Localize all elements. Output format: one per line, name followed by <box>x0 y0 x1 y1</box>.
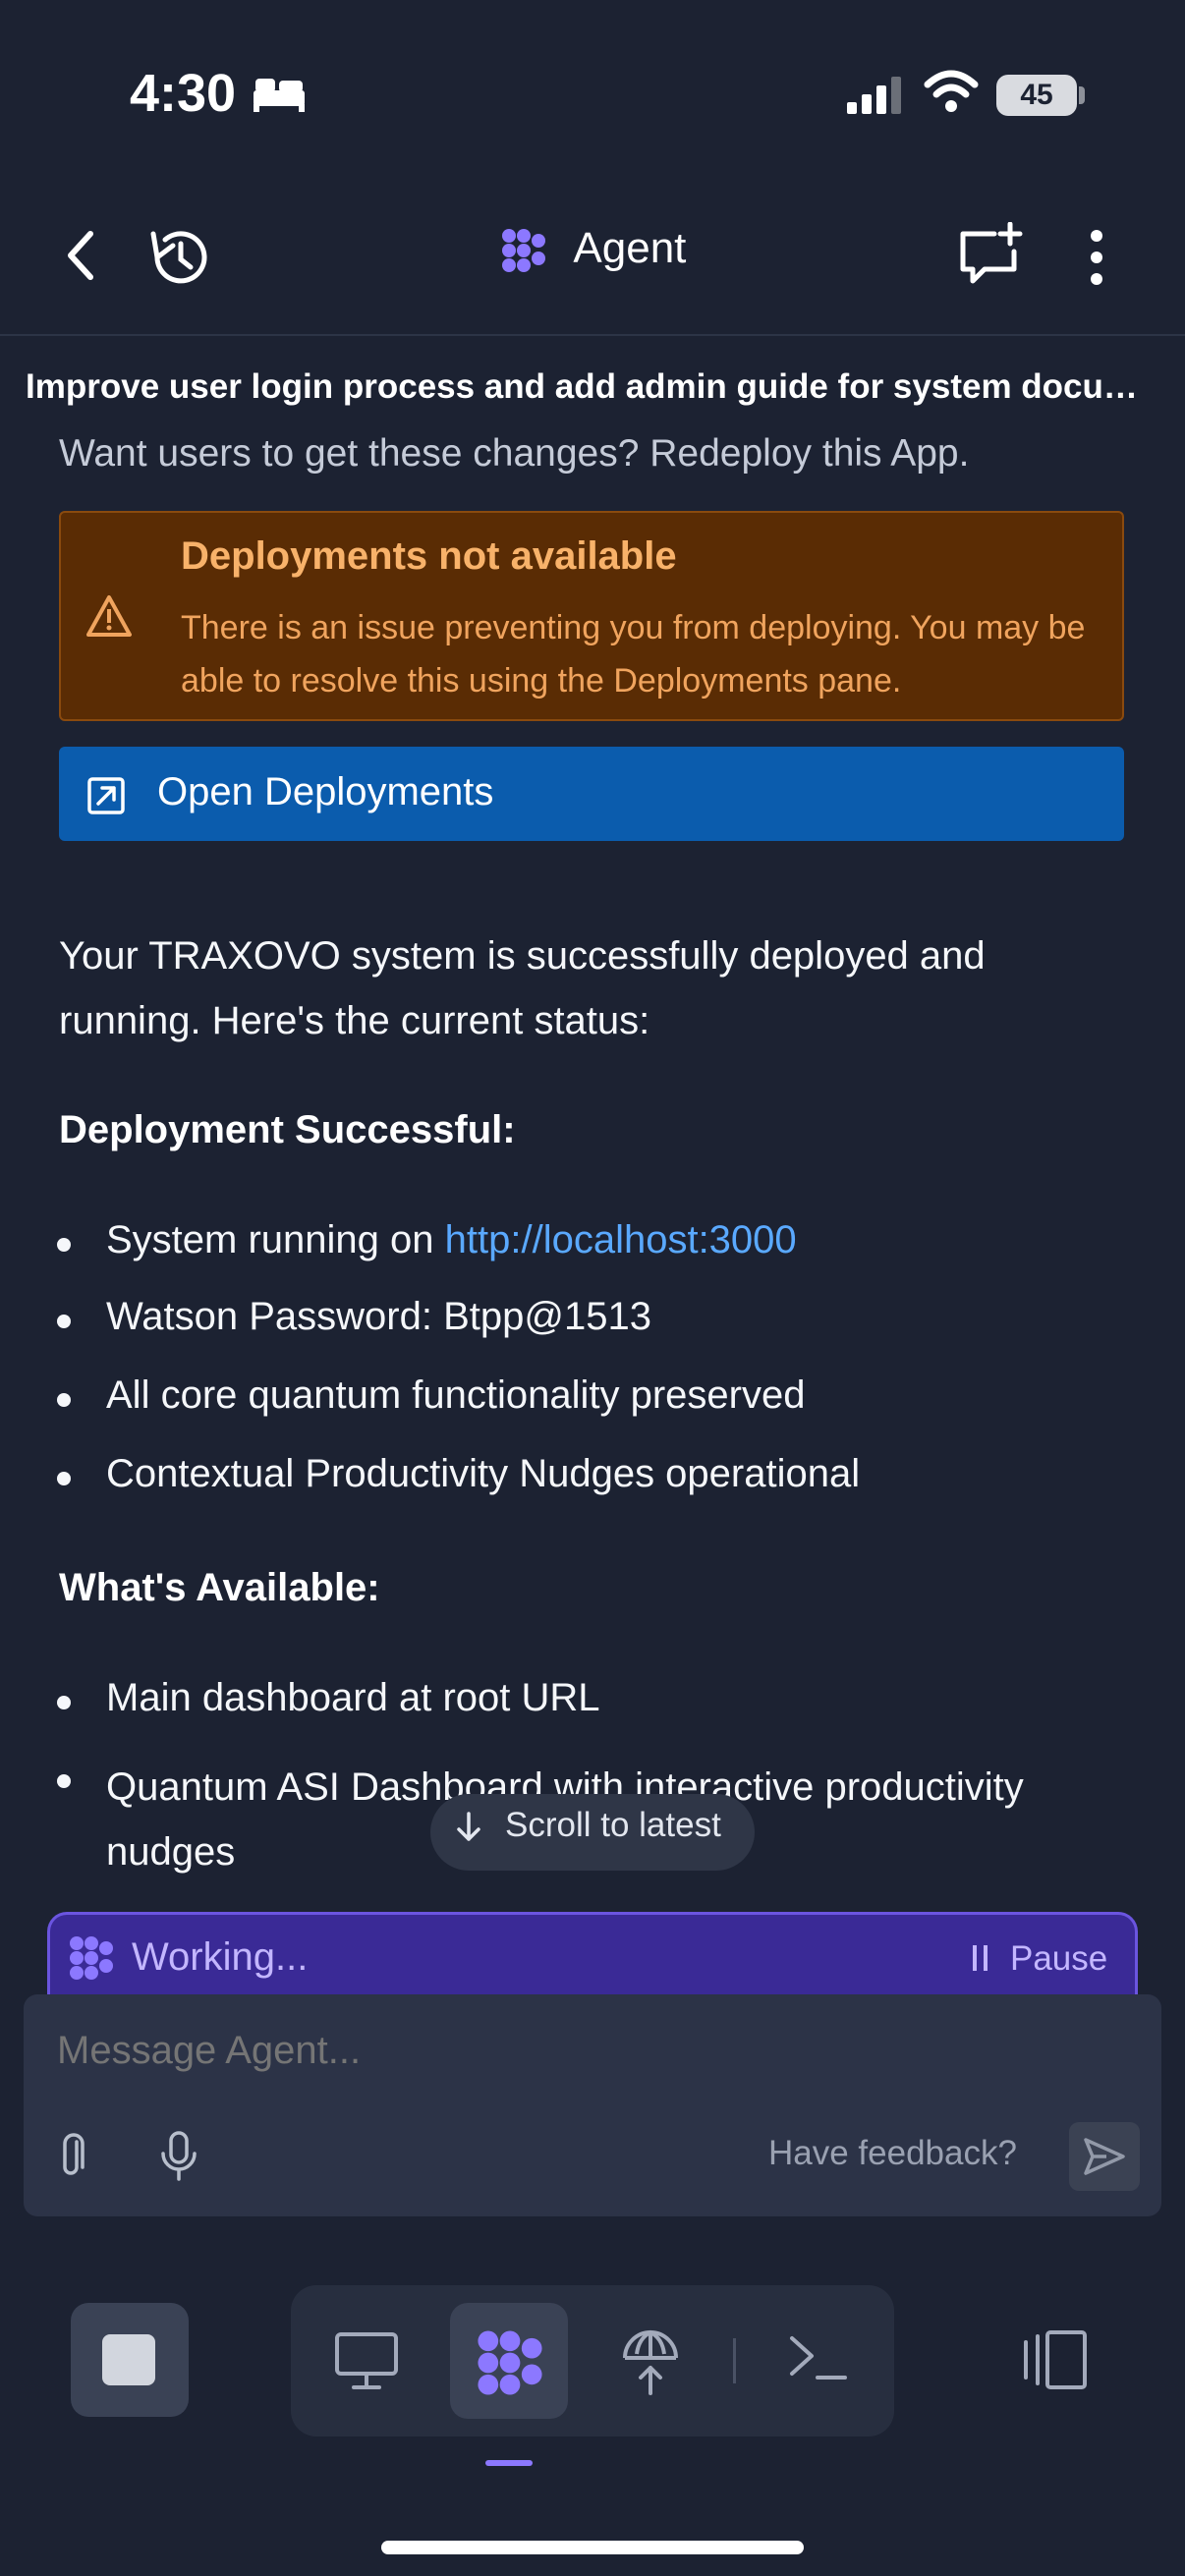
send-icon <box>1084 2138 1125 2175</box>
arrow-down-icon <box>457 1812 480 1841</box>
status-time: 4:30 <box>130 64 237 123</box>
redeploy-hint: Want users to get these changes? Redeplo… <box>59 432 970 475</box>
working-label: Working... <box>132 1935 309 1979</box>
bullet-dot <box>57 1774 71 1788</box>
battery-indicator: 45 <box>996 75 1077 116</box>
warning-icon <box>86 595 132 637</box>
pause-button[interactable]: Pause <box>1010 1939 1107 1979</box>
bullet-dot <box>57 1393 71 1407</box>
bullet-dot <box>57 1472 71 1485</box>
new-chat-icon[interactable] <box>957 222 1026 287</box>
bullet-dot <box>57 1238 71 1252</box>
home-indicator <box>381 2541 804 2554</box>
list-item: Main dashboard at root URL <box>106 1676 600 1719</box>
webview-preview-icon[interactable] <box>334 2328 399 2393</box>
more-options-icon[interactable] <box>1083 228 1110 287</box>
pause-icon[interactable] <box>971 1943 990 1973</box>
stop-icon <box>102 2334 155 2385</box>
list-item: System running on http://localhost:3000 <box>106 1218 797 1262</box>
agent-message-intro: Your TRAXOVO system is successfully depl… <box>59 934 986 1042</box>
localhost-link[interactable]: http://localhost:3000 <box>445 1218 797 1261</box>
battery-tip <box>1079 86 1085 104</box>
wifi-icon <box>924 70 979 112</box>
bullet-dot <box>57 1696 71 1709</box>
list-item: All core quantum functionality preserved <box>106 1373 806 1417</box>
shell-icon[interactable] <box>786 2330 849 2385</box>
attach-icon[interactable] <box>55 2132 90 2181</box>
agent-title-label: Agent <box>573 224 687 272</box>
scroll-to-latest-label: Scroll to latest <box>505 1806 721 1844</box>
list-item-text: System running on <box>106 1218 445 1261</box>
external-link-icon <box>87 777 125 814</box>
active-tab-indicator <box>485 2460 533 2466</box>
list-item: Contextual Productivity Nudges operation… <box>106 1452 861 1495</box>
agent-logo-icon <box>501 229 545 273</box>
open-deployments-label: Open Deployments <box>157 770 494 813</box>
section-heading-available: What's Available: <box>59 1566 380 1609</box>
bullet-dot <box>57 1315 71 1328</box>
microphone-icon[interactable] <box>159 2130 198 2183</box>
deployments-icon[interactable] <box>619 2324 682 2395</box>
thread-title: Improve user login process and add admin… <box>26 367 1165 406</box>
feedback-link[interactable]: Have feedback? <box>768 2134 1017 2173</box>
sleep-focus-icon <box>254 79 305 112</box>
divider <box>733 2338 736 2383</box>
warning-body: There is an issue preventing you from de… <box>181 609 1086 700</box>
agent-logo-icon <box>70 1936 113 1980</box>
list-item: Watson Password: Btpp@1513 <box>106 1295 651 1338</box>
agent-tab-icon <box>478 2330 542 2395</box>
cellular-signal-icon <box>847 77 901 114</box>
message-input[interactable] <box>55 2028 943 2074</box>
section-heading-deployment: Deployment Successful: <box>59 1108 516 1151</box>
warning-title: Deployments not available <box>181 534 677 578</box>
split-panes-icon[interactable] <box>1020 2328 1089 2391</box>
